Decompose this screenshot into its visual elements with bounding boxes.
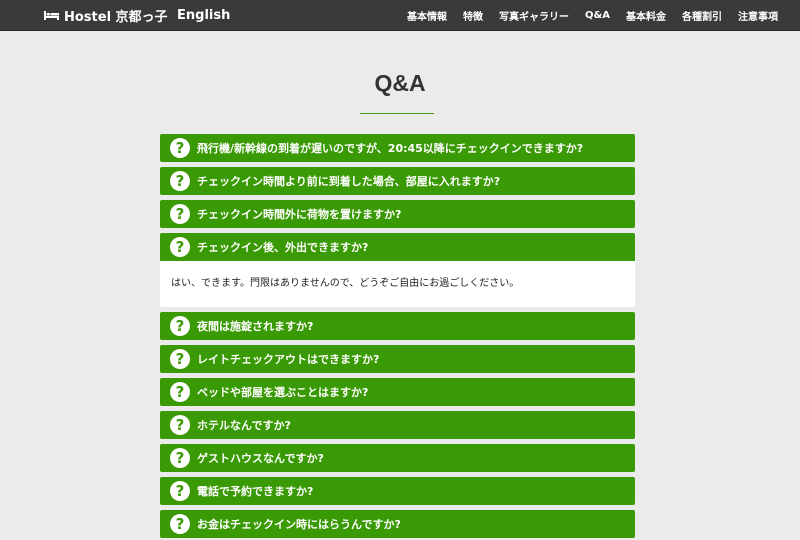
nav-link-gallery[interactable]: 写真ギャラリー [499,8,569,23]
faq-question-10[interactable]: ? 電話で予約できますか? [160,477,635,505]
svg-text:?: ? [176,205,185,223]
nav-menu: 基本情報 特徴 写真ギャラリー Q&A 基本料金 各種割引 注意事項 [391,0,778,31]
brand-name: Hostel 京都っ子 [64,10,168,25]
svg-text:?: ? [176,449,185,467]
nav-link-basic-info[interactable]: 基本情報 [407,8,447,23]
svg-text:?: ? [176,482,185,500]
page-title: Q&A [374,70,426,96]
svg-text:?: ? [176,515,185,533]
faq-question-text: 飛行機/新幹線の到着が遅いのですが、20:45以降にチェックインできますか? [197,142,584,155]
question-circle-icon: ? [170,415,190,435]
faq-question-9[interactable]: ? ゲストハウスなんですか? [160,444,635,472]
svg-text:?: ? [176,139,185,157]
nav-link-rates[interactable]: 基本料金 [626,8,666,23]
bed-icon [44,11,59,20]
faq-question-text: チェックイン時間より前に到着した場合、部屋に入れますか? [197,175,501,188]
faq-question-1[interactable]: ? 飛行機/新幹線の到着が遅いのですが、20:45以降にチェックインできますか? [160,134,635,162]
faq-question-6[interactable]: ? レイトチェックアウトはできますか? [160,345,635,373]
faq-answer-4: はい、できます。門限はありませんので、どうぞご自由にお過ごしください。 [160,261,635,307]
question-circle-icon: ? [170,171,190,191]
nav-link-discounts[interactable]: 各種割引 [682,8,722,23]
faq-answer-text: はい、できます。門限はありませんので、どうぞご自由にお過ごしください。 [171,278,520,289]
question-circle-icon: ? [170,349,190,369]
navbar: Hostel 京都っ子 English 基本情報 特徴 写真ギャラリー Q&A … [0,0,800,31]
nav-link-notes[interactable]: 注意事項 [738,8,778,23]
faq-question-text: お金はチェックイン時にはらうんですか? [197,518,401,531]
question-circle-icon: ? [170,448,190,468]
faq-question-text: チェックイン後、外出できますか? [197,241,369,254]
faq-question-7[interactable]: ? ベッドや部屋を選ぶことはますか? [160,378,635,406]
question-circle-icon: ? [170,514,190,534]
faq-question-4[interactable]: ? チェックイン後、外出できますか? [160,233,635,261]
question-circle-icon: ? [170,237,190,257]
svg-text:?: ? [176,172,185,190]
faq-question-text: 電話で予約できますか? [197,485,314,498]
faq-question-5[interactable]: ? 夜間は施錠されますか? [160,312,635,340]
faq-question-text: ゲストハウスなんですか? [197,452,324,465]
nav-link-features[interactable]: 特徴 [463,8,483,23]
faq-question-text: 夜間は施錠されますか? [197,320,314,333]
faq-question-text: ベッドや部屋を選ぶことはますか? [197,386,369,399]
faq-question-3[interactable]: ? チェックイン時間外に荷物を置けますか? [160,200,635,228]
title-divider [360,113,434,114]
brand-link[interactable]: Hostel 京都っ子 [44,0,168,31]
question-circle-icon: ? [170,138,190,158]
question-circle-icon: ? [170,204,190,224]
faq-question-text: チェックイン時間外に荷物を置けますか? [197,208,402,221]
faq-question-text: ホテルなんですか? [197,419,291,432]
svg-text:?: ? [176,416,185,434]
faq-question-2[interactable]: ? チェックイン時間より前に到着した場合、部屋に入れますか? [160,167,635,195]
svg-text:?: ? [176,238,185,256]
faq-question-8[interactable]: ? ホテルなんですか? [160,411,635,439]
language-link[interactable]: English [177,0,230,31]
nav-link-qa[interactable]: Q&A [585,10,610,21]
question-circle-icon: ? [170,382,190,402]
faq-question-11[interactable]: ? お金はチェックイン時にはらうんですか? [160,510,635,538]
question-circle-icon: ? [170,481,190,501]
question-circle-icon: ? [170,316,190,336]
svg-text:?: ? [176,383,185,401]
faq-question-text: レイトチェックアウトはできますか? [197,353,380,366]
svg-text:?: ? [176,350,185,368]
svg-text:?: ? [176,317,185,335]
